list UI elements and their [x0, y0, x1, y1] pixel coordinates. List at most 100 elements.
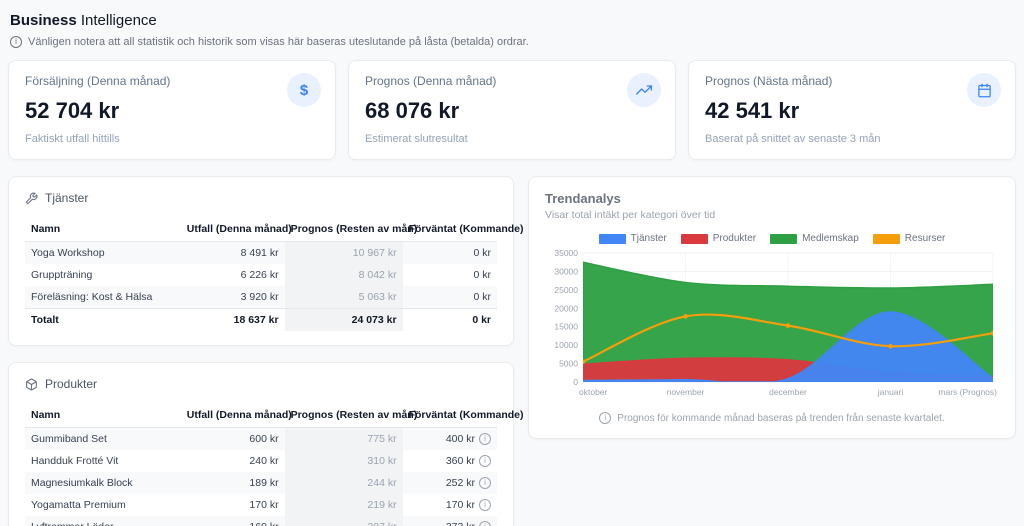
cell-prognos: 775 kr	[284, 427, 403, 450]
legend-item-tjänster[interactable]: Tjänster	[598, 233, 667, 244]
legend-label: Resurser	[904, 233, 946, 244]
stat-card-forecast-next: Prognos (Nästa månad) 42 541 kr Baserat …	[688, 60, 1016, 160]
stat-subtext: Estimerat slutresultat	[365, 133, 468, 145]
trend-panel: Trendanalys Visar total intäkt per kateg…	[528, 176, 1016, 439]
row-info-icon[interactable]: i	[479, 521, 491, 526]
row-info-icon[interactable]: i	[479, 455, 491, 467]
cell-forvantat: 400 kr i	[403, 428, 497, 451]
products-panel: Produkter Namn Utfall (Denna månad) Prog…	[8, 362, 524, 526]
calendar-icon	[967, 73, 1001, 107]
table-row: Gummiband Set 600 kr 775 kr 400 kr i	[25, 427, 497, 451]
products-panel-title: Produkter	[45, 377, 98, 391]
row-info-icon[interactable]: i	[479, 499, 491, 511]
cell-utfall: 170 kr	[249, 499, 279, 511]
cell-forvantat: 0 kr	[473, 269, 491, 281]
legend-swatch	[872, 233, 900, 244]
cell-forvantat: 0 kr	[473, 291, 491, 303]
col-prognos: Prognos (Resten av mån)	[284, 403, 417, 428]
svg-text:20000: 20000	[554, 303, 578, 313]
cell-name: Yoga Workshop	[31, 247, 105, 259]
legend-label: Tjänster	[630, 233, 667, 244]
col-utfall: Utfall (Denna månad)	[180, 217, 292, 242]
cell-name: Föreläsning: Kost & Hälsa	[31, 291, 153, 303]
services-panel: Tjänster Namn Utfall (Denna månad) Progn…	[8, 176, 524, 346]
col-prognos: Prognos (Resten av mån)	[284, 217, 417, 242]
table-row: Yoga Workshop 8 491 kr 10 967 kr 0 kr	[25, 241, 497, 264]
info-icon: i	[599, 412, 612, 424]
services-panel-title: Tjänster	[45, 191, 89, 205]
row-info-icon[interactable]: i	[479, 477, 491, 489]
col-forvantat: Förväntat (Kommande)	[402, 403, 524, 428]
legend-item-resurser[interactable]: Resurser	[872, 233, 946, 244]
table-row: Magnesiumkalk Block 189 kr 244 kr 252 kr i	[25, 472, 497, 494]
legend-swatch	[770, 233, 798, 244]
legend-item-produkter[interactable]: Produkter	[680, 233, 756, 244]
stat-subtext: Faktiskt utfall hittills	[25, 133, 120, 145]
cell-name: Gruppträning	[31, 269, 93, 281]
trend-panel-title: Trendanalys	[545, 191, 621, 206]
stat-label: Prognos (Denna månad)	[365, 74, 497, 88]
cell-utfall: 8 491 kr	[240, 247, 279, 259]
row-info-icon[interactable]: i	[479, 433, 491, 445]
cell-name: Gummiband Set	[31, 433, 107, 445]
col-namn: Namn	[25, 403, 181, 428]
trend-icon	[627, 73, 661, 107]
trend-footer: i Prognos för kommande månad baseras på …	[545, 412, 999, 424]
legend-swatch	[598, 233, 626, 244]
svg-text:10000: 10000	[554, 340, 578, 350]
cell-name: Yogamatta Premium	[31, 499, 126, 511]
svg-text:januari: januari	[877, 387, 904, 397]
wrench-icon	[26, 192, 38, 204]
cell-forvantat: 360 kr i	[403, 450, 497, 472]
cell-name: Magnesiumkalk Block	[31, 477, 133, 489]
svg-text:35000: 35000	[554, 248, 578, 258]
dollar-icon: $	[287, 73, 321, 107]
info-icon: i	[10, 36, 22, 48]
svg-text:30000: 30000	[554, 266, 578, 276]
cell-utfall: 240 kr	[249, 455, 279, 467]
stat-subtext: Baserat på snittet av senaste 3 mån	[705, 133, 881, 145]
services-table-header: Namn Utfall (Denna månad) Prognos (Reste…	[25, 217, 524, 242]
info-notice: i Vänligen notera att all statistik och …	[10, 36, 1016, 48]
stat-value: 42 541 kr	[705, 98, 800, 123]
info-notice-text: Vänligen notera att all statistik och hi…	[28, 36, 529, 48]
table-row: Handduk Frotté Vit 240 kr 310 kr 360 kr i	[25, 450, 497, 472]
cell-prognos: 5 063 kr	[284, 286, 403, 309]
legend-label: Medlemskap	[802, 233, 859, 244]
cell-forvantat: 252 kr i	[403, 472, 497, 494]
svg-text:15000: 15000	[554, 322, 578, 332]
package-icon	[26, 378, 37, 391]
cell-utfall: 18 637 kr	[180, 308, 285, 331]
col-utfall: Utfall (Denna månad)	[180, 403, 292, 428]
cell-name: Lyftremmar Läder	[25, 516, 181, 526]
cell-forvantat: 373 kri	[403, 516, 497, 526]
svg-text:oktober: oktober	[579, 387, 608, 397]
svg-text:december: december	[769, 387, 807, 397]
page-title-bold: Business	[10, 12, 77, 29]
trend-footer-text: Prognos för kommande månad baseras på tr…	[617, 412, 945, 424]
cell-prognos: 207 kr	[284, 516, 403, 526]
table-row: Yogamatta Premium 170 kr 219 kr 170 kr i	[25, 494, 497, 516]
table-row: Föreläsning: Kost & Hälsa 3 920 kr 5 063 k…	[25, 286, 497, 309]
main-grid: Tjänster Namn Utfall (Denna månad) Progn…	[8, 176, 1016, 526]
cell-forvantat: 0 kr	[473, 247, 491, 259]
trend-chart[interactable]: 0 5000 10000 15000 20000 25000 30000 35000 oktob…	[545, 248, 999, 400]
right-column: Trendanalys Visar total intäkt per kateg…	[528, 176, 1016, 439]
cell-prognos: 244 kr	[284, 472, 403, 494]
services-panel-header: Tjänster	[25, 191, 497, 205]
trend-panel-subtitle: Visar total intäkt per kategori över tid	[545, 209, 716, 221]
stat-label: Prognos (Nästa månad)	[705, 74, 833, 88]
stat-value: 68 076 kr	[365, 98, 460, 123]
table-total-row: Totalt 18 637 kr 24 073 kr 0 kr	[25, 308, 497, 331]
svg-text:november: november	[667, 387, 705, 397]
cell-utfall: 3 920 kr	[240, 291, 279, 303]
cell-name: Handduk Frotté Vit	[31, 455, 119, 467]
stat-card-sales: Försäljning (Denna månad) 52 704 kr Fakt…	[8, 60, 336, 160]
left-column: Tjänster Namn Utfall (Denna månad) Progn…	[8, 176, 524, 526]
products-panel-header: Produkter	[25, 377, 497, 391]
legend-item-medlemskap[interactable]: Medlemskap	[770, 233, 859, 244]
stat-label: Försäljning (Denna månad)	[25, 74, 171, 88]
cell-prognos: 24 073 kr	[284, 308, 403, 331]
stat-cards: Försäljning (Denna månad) 52 704 kr Fakt…	[8, 60, 1016, 160]
cell-utfall: 189 kr	[249, 477, 279, 489]
